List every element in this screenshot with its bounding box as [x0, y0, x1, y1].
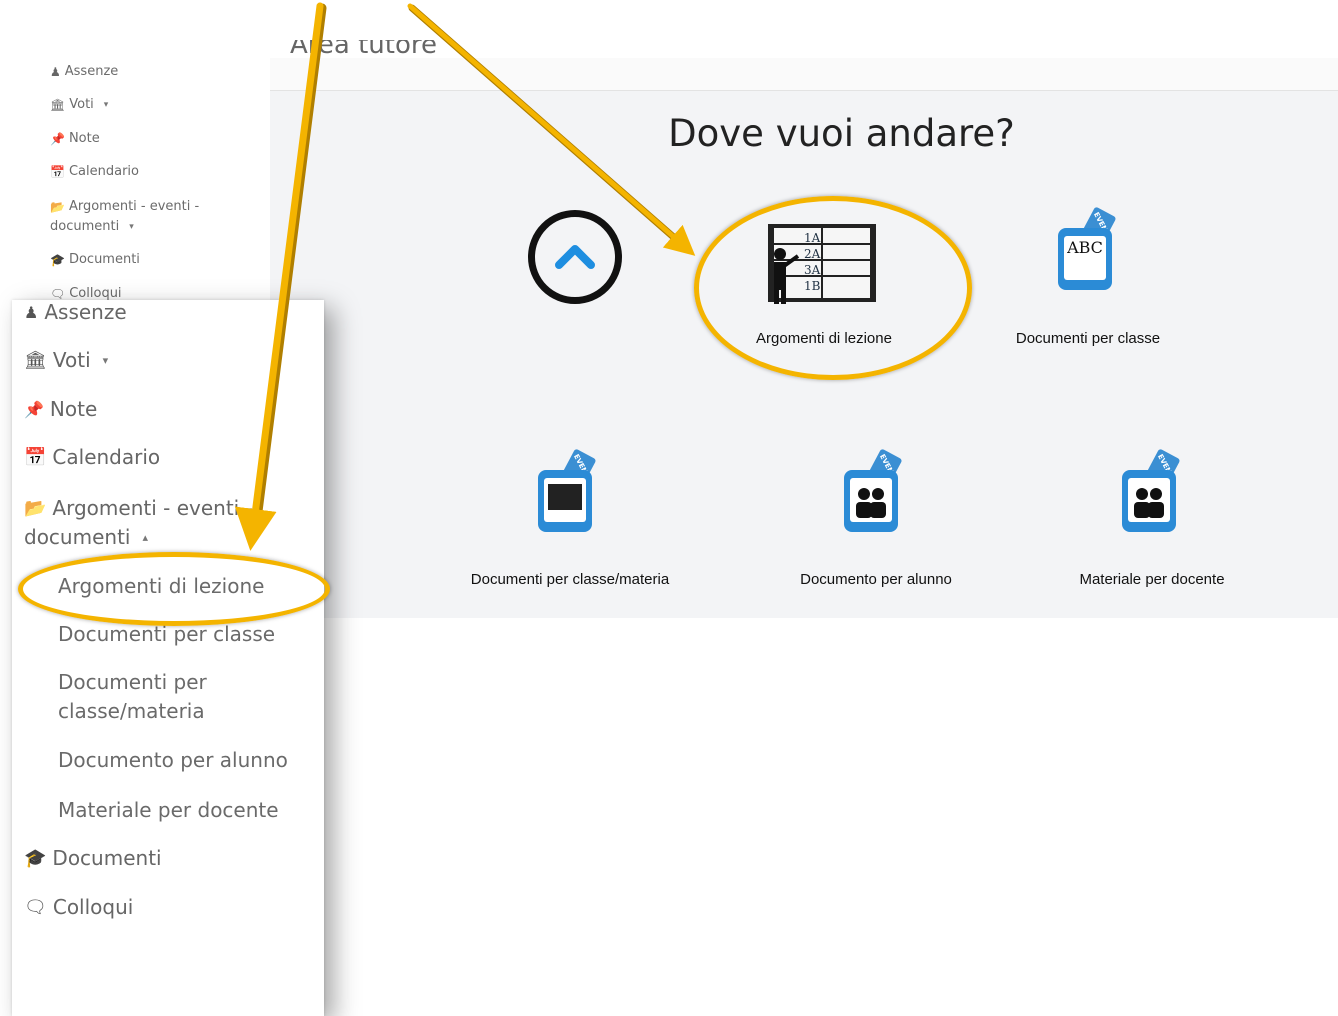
arrow-to-menu: [234, 2, 324, 551]
arrow-to-tile: [407, 3, 696, 256]
annotation-arrows: [234, 2, 696, 551]
